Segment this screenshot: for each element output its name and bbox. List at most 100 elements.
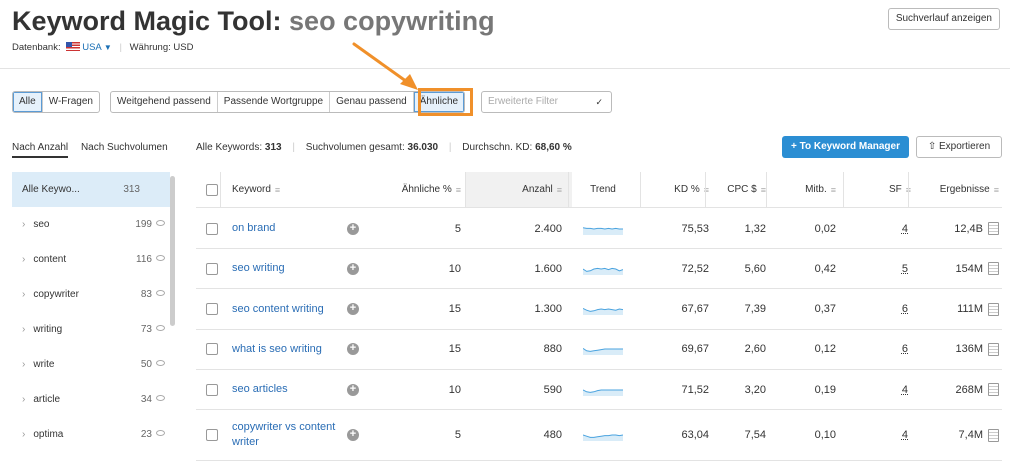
cell-comp: 0,12 [770, 330, 836, 369]
keyword-link[interactable]: copywriter vs content writer [232, 420, 347, 450]
tab-by-count[interactable]: Nach Anzahl [12, 142, 69, 158]
row-checkbox[interactable] [206, 383, 218, 396]
value-volume: 1.300 [534, 303, 562, 316]
header-similar[interactable]: Ähnliche % ≡ [376, 172, 461, 207]
sidebar-item[interactable]: Alle Keywo... 313 [12, 172, 170, 207]
filter-group1-0[interactable]: Alle [13, 92, 43, 112]
serp-document-icon[interactable] [988, 428, 999, 442]
keyword-link[interactable]: seo content writing [232, 302, 347, 317]
keyword-summary: Alle Keywords: 313 | Suchvolumen gesamt:… [196, 142, 572, 153]
eye-icon[interactable] [156, 255, 165, 261]
header-volume[interactable]: Anzahl ≡ [466, 172, 572, 207]
export-label: Exportieren [939, 141, 991, 152]
tab-by-volume[interactable]: Nach Suchvolumen [81, 142, 168, 156]
sidebar-item-count: 83 [140, 289, 152, 300]
row-checkbox[interactable] [206, 262, 218, 275]
filter-group1-1[interactable]: W-Fragen [43, 92, 99, 112]
add-keyword-icon[interactable]: + [347, 343, 359, 356]
add-keyword-icon[interactable]: + [347, 429, 359, 441]
serp-features-count[interactable]: 6 [902, 343, 908, 355]
filter-group2-2[interactable]: Genau passend [330, 92, 414, 112]
column-separator [568, 172, 569, 208]
history-button[interactable]: Suchverlauf anzeigen [887, 8, 1000, 30]
export-button[interactable]: ⇧ Exportieren [916, 136, 1002, 158]
results-value: 268M [955, 383, 983, 396]
cell-similar: 15 [376, 290, 461, 329]
kd-value: 68,60 % [535, 142, 572, 153]
serp-document-icon[interactable] [988, 383, 999, 397]
sidebar-item[interactable]: › content 116 [12, 242, 170, 277]
add-keyword-icon[interactable]: + [347, 222, 359, 235]
cell-keyword: copywriter vs content writer + [232, 411, 392, 460]
add-keyword-icon[interactable]: + [347, 383, 359, 396]
column-separator [220, 172, 221, 208]
filter-icon[interactable]: ≡ [456, 185, 461, 195]
cell-trend [568, 209, 638, 248]
cell-cb [196, 290, 220, 329]
header-cb[interactable] [196, 172, 220, 207]
serp-document-icon[interactable] [988, 262, 999, 276]
sidebar-item[interactable]: › optima 23 [12, 417, 170, 452]
sidebar-item[interactable]: › writing 73 [12, 312, 170, 347]
serp-document-icon[interactable] [988, 342, 999, 356]
cell-similar: 10 [376, 249, 461, 288]
serp-features-count[interactable]: 4 [902, 223, 908, 235]
keyword-link[interactable]: what is seo writing [232, 342, 347, 357]
title-text: Keyword Magic Tool: [12, 6, 282, 36]
eye-icon[interactable] [156, 430, 165, 436]
row-checkbox[interactable] [206, 303, 218, 316]
eye-icon[interactable] [156, 395, 165, 401]
serp-document-icon[interactable] [988, 302, 999, 316]
filter-group2-0[interactable]: Weitgehend passend [111, 92, 218, 112]
keyword-link[interactable]: seo writing [232, 261, 347, 276]
to-keyword-manager-label: To Keyword Manager [799, 141, 900, 152]
sidebar-item-label: optima [33, 429, 64, 440]
filter-icon[interactable]: ≡ [831, 185, 836, 195]
serp-features-count[interactable]: 4 [902, 429, 908, 441]
header-sf[interactable]: SF ≡ [841, 172, 911, 207]
advanced-filter-select[interactable]: Erweiterte Filter ✓ [481, 91, 612, 113]
sidebar-item[interactable]: › article 34 [12, 382, 170, 417]
eye-icon[interactable] [156, 220, 165, 226]
value-cpc: 7,39 [744, 303, 766, 316]
keyword-link[interactable]: on brand [232, 221, 347, 236]
sidebar-scrollbar[interactable] [170, 176, 175, 326]
row-checkbox[interactable] [206, 343, 218, 356]
serp-document-icon[interactable] [988, 222, 999, 235]
keyword-link[interactable]: seo articles [232, 382, 347, 397]
trend-area [583, 389, 623, 396]
sidebar-item[interactable]: › seo 199 [12, 207, 170, 242]
eye-icon[interactable] [156, 325, 165, 331]
eye-icon[interactable] [156, 290, 165, 296]
filter-group2-1[interactable]: Passende Wortgruppe [218, 92, 331, 112]
results-value: 12,4B [954, 222, 983, 235]
value-similar: 15 [448, 343, 461, 356]
filter-icon[interactable]: ≡ [994, 185, 999, 195]
select-all-checkbox[interactable] [206, 183, 218, 196]
value-similar: 10 [448, 383, 461, 396]
to-keyword-manager-button[interactable]: + To Keyword Manager [782, 136, 909, 158]
header-comp[interactable]: Mitb. ≡ [770, 172, 836, 207]
header-cpc[interactable]: CPC $ ≡ [714, 172, 766, 207]
add-keyword-icon[interactable]: + [347, 303, 359, 316]
serp-features-count[interactable]: 5 [902, 263, 908, 275]
cell-volume: 590 [466, 370, 562, 409]
header-label-volume: Anzahl [522, 184, 553, 195]
add-keyword-icon[interactable]: + [347, 262, 359, 275]
header-kd[interactable]: KD % ≡ [636, 172, 709, 207]
header-results[interactable]: Ergebnisse ≡ [916, 172, 999, 207]
sidebar-item-count: 50 [140, 359, 152, 370]
sidebar-item[interactable]: › write 50 [12, 347, 170, 382]
row-checkbox[interactable] [206, 222, 218, 235]
value-kd: 69,67 [681, 343, 709, 356]
header-keyword[interactable]: Keyword ≡ [232, 172, 392, 207]
serp-features-count[interactable]: 6 [902, 303, 908, 315]
sidebar-item[interactable]: › copywriter 83 [12, 277, 170, 312]
row-checkbox[interactable] [206, 429, 218, 441]
filter-icon[interactable]: ≡ [557, 185, 562, 195]
serp-features-count[interactable]: 4 [902, 384, 908, 396]
eye-icon[interactable] [156, 360, 165, 366]
filter-icon[interactable]: ≡ [275, 185, 280, 195]
database-selector[interactable]: USA ▼ [82, 42, 112, 53]
keyword-groups-sidebar: Alle Keywo... 313 › seo 199 › content 116 › copyw… [12, 172, 176, 461]
